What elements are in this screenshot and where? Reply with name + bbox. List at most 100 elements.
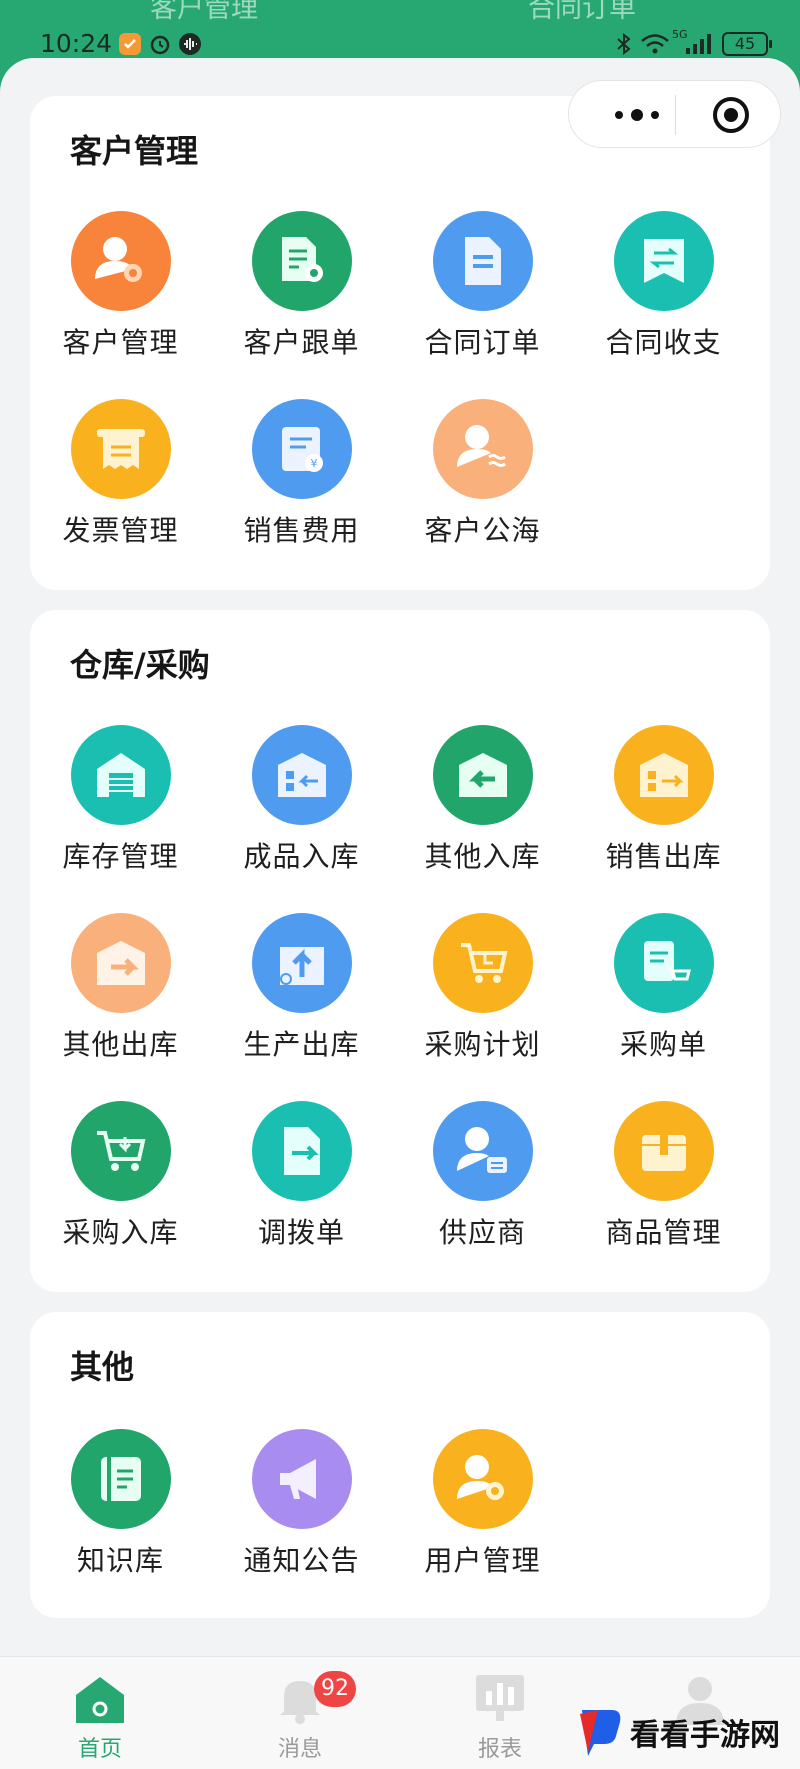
icon-circle (433, 1429, 533, 1529)
outbound-arrow-icon (97, 941, 145, 985)
icon-circle (433, 211, 533, 311)
icon-circle (614, 913, 714, 1013)
battery-indicator: 45 (722, 32, 772, 56)
grid-item-label: 采购入库 (62, 1216, 179, 1249)
grid-item[interactable]: 客户跟单 (211, 211, 392, 381)
status-indicators: 5G 45 (600, 26, 800, 62)
grid-item[interactable]: 知识库 (30, 1429, 211, 1599)
icon-circle (71, 1429, 171, 1529)
section-warehouse: 仓库/采购 库存管理 成品入库 其他入库 销售出库 其他出库 生产出库 采购计划… (30, 610, 770, 1292)
message-badge: 92 (314, 1671, 356, 1707)
grid-item-label: 合同订单 (424, 326, 541, 359)
grid-item-label: 销售出库 (605, 840, 722, 873)
section-other: 其他 知识库 通知公告 用户管理 (30, 1312, 770, 1618)
grid-item[interactable]: 库存管理 (30, 725, 211, 895)
cart-clock-icon (461, 943, 508, 983)
supplier-icon (457, 1127, 507, 1173)
grid-item-label: 库存管理 (62, 840, 179, 873)
grid-item[interactable]: 商品管理 (573, 1101, 754, 1271)
grid-item-label: 销售费用 (243, 514, 360, 547)
grid-item[interactable]: 调拨单 (211, 1101, 392, 1271)
grid-item[interactable]: ¥ 销售费用 (211, 399, 392, 569)
grid-item-label: 知识库 (76, 1544, 164, 1577)
clipboard-cart-icon (644, 941, 691, 981)
target-close-icon (713, 97, 749, 133)
icon-circle (433, 399, 533, 499)
alarm-icon (150, 35, 170, 55)
grid-item-label: 采购计划 (424, 1028, 541, 1061)
watermark-logo-icon (580, 1710, 621, 1756)
warehouse-icon (97, 753, 145, 797)
grid-item[interactable]: 采购入库 (30, 1101, 211, 1271)
grid-item-label: 发票管理 (62, 514, 179, 547)
expense-icon: ¥ (282, 427, 323, 472)
icon-circle (614, 725, 714, 825)
section-title: 仓库/采购 (70, 646, 210, 684)
grid-item-label: 其他出库 (62, 1028, 179, 1061)
bluetooth-icon (617, 32, 631, 56)
grid-item-label: 通知公告 (243, 1544, 360, 1577)
grid-item[interactable]: 客户管理 (30, 211, 211, 381)
icon-circle (433, 1101, 533, 1201)
grid-item[interactable]: 采购计划 (392, 913, 573, 1083)
icon-circle (614, 1101, 714, 1201)
invoice-icon (97, 429, 145, 469)
document-icon (465, 237, 501, 285)
miniprogram-capsule (568, 80, 781, 148)
signal-icon (686, 34, 711, 54)
grid-item[interactable]: 成品入库 (211, 725, 392, 895)
upload-tray-icon (280, 947, 324, 985)
grid-item[interactable]: 合同收支 (573, 211, 754, 381)
header-ghost: 客户管理 合同订单 (0, 0, 800, 26)
grid-item[interactable]: 销售出库 (573, 725, 754, 895)
status-bar: 10:24 5G 45 (0, 26, 800, 62)
section-title: 其他 (70, 1348, 135, 1386)
status-time: 10:24 (40, 29, 113, 58)
section-customer: 客户管理 客户管理 客户跟单 合同订单 合同收支 发票管理 ¥ 销售费用 客户公… (30, 96, 770, 590)
grid-item[interactable]: 生产出库 (211, 913, 392, 1083)
site-watermark: 看看手游网 (570, 1700, 800, 1764)
cart-down-icon (97, 1131, 146, 1171)
user-gear-icon (95, 237, 142, 282)
icon-circle (614, 211, 714, 311)
grid-item[interactable]: 其他出库 (30, 913, 211, 1083)
outbound-icon (640, 753, 688, 797)
grid-item-label: 供应商 (438, 1216, 526, 1249)
box-icon (642, 1131, 686, 1171)
grid-item-label: 其他入库 (424, 840, 541, 873)
svg-text:¥: ¥ (311, 457, 318, 470)
grid-item[interactable]: 通知公告 (211, 1429, 392, 1599)
grid-item[interactable]: 采购单 (573, 913, 754, 1083)
grid-item-label: 商品管理 (605, 1216, 722, 1249)
grid-item-label: 合同收支 (605, 326, 722, 359)
nav-label: 首页 (77, 1737, 122, 1762)
grid-item[interactable]: 客户公海 (392, 399, 573, 569)
grid-item[interactable]: 其他入库 (392, 725, 573, 895)
inbound-icon (278, 753, 326, 797)
grid-item-label: 客户管理 (62, 326, 179, 359)
capsule-divider (675, 95, 676, 135)
close-button[interactable] (705, 81, 773, 149)
section-title: 客户管理 (70, 132, 199, 170)
nav-item-home[interactable]: 首页 (0, 1657, 200, 1769)
grid-item-label: 客户跟单 (243, 326, 360, 359)
nav-item-messages[interactable]: 92 消息 (200, 1657, 400, 1769)
grid-item[interactable]: 发票管理 (30, 399, 211, 569)
book-icon (101, 1457, 141, 1501)
transfer-doc-icon (284, 1127, 320, 1175)
grid-item-label: 用户管理 (424, 1544, 541, 1577)
user-sea-icon (457, 425, 506, 467)
icon-circle (252, 725, 352, 825)
icon-circle (252, 913, 352, 1013)
icon-circle (71, 211, 171, 311)
nav-label: 消息 (277, 1737, 322, 1762)
grid-item[interactable]: 合同订单 (392, 211, 573, 381)
grid-item[interactable]: 供应商 (392, 1101, 573, 1271)
icon-circle (433, 725, 533, 825)
ghost-tab-right: 合同订单 (528, 0, 636, 24)
megaphone-icon (280, 1459, 316, 1499)
icon-circle: ¥ (252, 399, 352, 499)
icon-circle (252, 211, 352, 311)
icon-circle (252, 1429, 352, 1529)
grid-item[interactable]: 用户管理 (392, 1429, 573, 1599)
